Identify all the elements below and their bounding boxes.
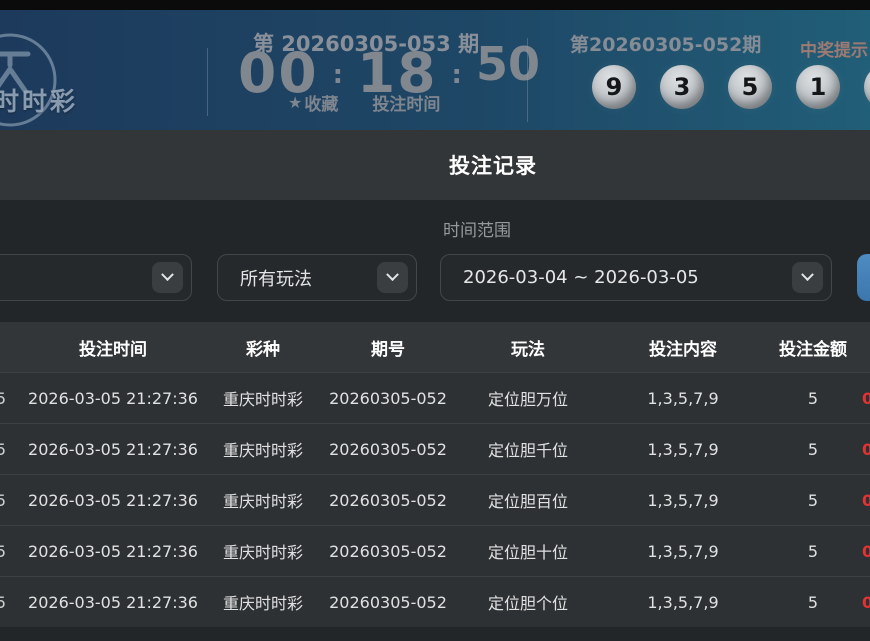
date-range-select[interactable]: 2026-03-04 ~ 2026-03-05	[440, 254, 832, 301]
lottery-header: 时时彩 第 20260305-053 期 ★ 收藏 投注时间 00 : 18 :…	[0, 10, 870, 130]
time-range-label: 时间范围	[443, 216, 511, 241]
cell-play: 定位胆千位	[458, 437, 598, 461]
countdown-timer: 00 : 18 : 50	[252, 32, 526, 114]
table-header-row: 投注时间 彩种 期号 玩法 投注内容 投注金额	[0, 322, 870, 372]
draw-ball: 1	[796, 65, 840, 109]
lottery-select[interactable]	[0, 254, 192, 301]
top-black-bar	[0, 0, 870, 10]
column-header-time: 投注时间	[18, 335, 208, 360]
column-header-period: 期号	[318, 335, 458, 360]
logo-text: 时时彩	[0, 82, 78, 118]
cell-amount: 5	[768, 542, 858, 561]
cell-status: 0.000	[858, 491, 870, 510]
filter-band: 时间范围 所有玩法 2026-03-04 ~ 2026-03-05	[0, 200, 870, 322]
cell-content: 1,3,5,7,9	[598, 491, 768, 510]
cell-status: 0.000	[858, 440, 870, 459]
cell-play: 定位胆百位	[458, 488, 598, 512]
column-header-amount: 投注金额	[768, 335, 858, 360]
page-title: 投注记录	[116, 130, 870, 200]
table-row: 5 2026-03-05 21:27:36 重庆时时彩 20260305-052…	[0, 423, 870, 474]
cell-lottery: 重庆时时彩	[208, 539, 318, 563]
cell-period: 20260305-052	[318, 389, 458, 408]
cell-time: 2026-03-05 21:27:36	[18, 389, 208, 408]
cell-period: 20260305-052	[318, 440, 458, 459]
column-header-content: 投注内容	[598, 335, 768, 360]
draw-ball	[864, 65, 870, 109]
lottery-logo: 时时彩	[0, 30, 70, 130]
cell-time: 2026-03-05 21:27:36	[18, 491, 208, 510]
win-tip-label[interactable]: 中奖提示	[800, 36, 868, 61]
cell-lottery: 重庆时时彩	[208, 590, 318, 614]
cell-play: 定位胆个位	[458, 590, 598, 614]
cell-content: 1,3,5,7,9	[598, 389, 768, 408]
countdown-minutes: 18	[357, 41, 438, 105]
title-band: 投注记录	[0, 130, 870, 200]
search-button[interactable]	[857, 254, 870, 301]
cell-order: 5	[0, 542, 18, 561]
cell-status: 0.000	[858, 542, 870, 561]
draw-ball: 9	[592, 65, 636, 109]
last-draw-balls: 9 3 5 1	[592, 65, 870, 109]
countdown-colon: :	[452, 60, 462, 90]
cell-content: 1,3,5,7,9	[598, 593, 768, 612]
cell-amount: 5	[768, 593, 858, 612]
chevron-down-icon[interactable]	[152, 262, 183, 293]
table-row: 5 2026-03-05 21:27:36 重庆时时彩 20260305-052…	[0, 372, 870, 423]
cell-lottery: 重庆时时彩	[208, 488, 318, 512]
draw-ball: 5	[728, 65, 772, 109]
last-draw-period-label: 第20260305-052期	[570, 30, 750, 57]
cell-lottery: 重庆时时彩	[208, 386, 318, 410]
bottom-band	[0, 627, 870, 641]
table-row: 5 2026-03-05 21:27:36 重庆时时彩 20260305-052…	[0, 474, 870, 525]
cell-period: 20260305-052	[318, 542, 458, 561]
cell-time: 2026-03-05 21:27:36	[18, 542, 208, 561]
cell-play: 定位胆万位	[458, 386, 598, 410]
cell-period: 20260305-052	[318, 491, 458, 510]
cell-content: 1,3,5,7,9	[598, 440, 768, 459]
cell-content: 1,3,5,7,9	[598, 542, 768, 561]
cell-amount: 5	[768, 389, 858, 408]
table-row: 5 2026-03-05 21:27:36 重庆时时彩 20260305-052…	[0, 576, 870, 627]
cell-play: 定位胆十位	[458, 539, 598, 563]
cell-period: 20260305-052	[318, 593, 458, 612]
column-header-lottery: 彩种	[208, 335, 318, 360]
date-range-value: 2026-03-04 ~ 2026-03-05	[463, 267, 699, 288]
header-divider	[207, 48, 208, 116]
chevron-down-icon[interactable]	[377, 262, 408, 293]
cell-order: 5	[0, 593, 18, 612]
cell-lottery: 重庆时时彩	[208, 437, 318, 461]
cell-order: 5	[0, 491, 18, 510]
play-type-select[interactable]: 所有玩法	[217, 254, 417, 301]
header-divider	[527, 38, 528, 122]
cell-status: 0.000	[858, 389, 870, 408]
chevron-down-icon[interactable]	[792, 262, 823, 293]
countdown-hours: 00	[238, 41, 319, 105]
cell-amount: 5	[768, 440, 858, 459]
bet-records-table: 投注时间 彩种 期号 玩法 投注内容 投注金额 5 2026-03-05 21:…	[0, 322, 870, 627]
cell-status: 0.000	[858, 593, 870, 612]
countdown-seconds: 50	[476, 37, 540, 91]
play-type-select-value: 所有玩法	[240, 265, 312, 291]
cell-order: 5	[0, 389, 18, 408]
cell-time: 2026-03-05 21:27:36	[18, 593, 208, 612]
cell-order: 5	[0, 440, 18, 459]
column-header-play: 玩法	[458, 335, 598, 360]
cell-time: 2026-03-05 21:27:36	[18, 440, 208, 459]
table-row: 5 2026-03-05 21:27:36 重庆时时彩 20260305-052…	[0, 525, 870, 576]
countdown-colon: :	[333, 60, 343, 90]
draw-ball: 3	[660, 65, 704, 109]
cell-amount: 5	[768, 491, 858, 510]
screen: 时时彩 第 20260305-053 期 ★ 收藏 投注时间 00 : 18 :…	[0, 0, 870, 641]
